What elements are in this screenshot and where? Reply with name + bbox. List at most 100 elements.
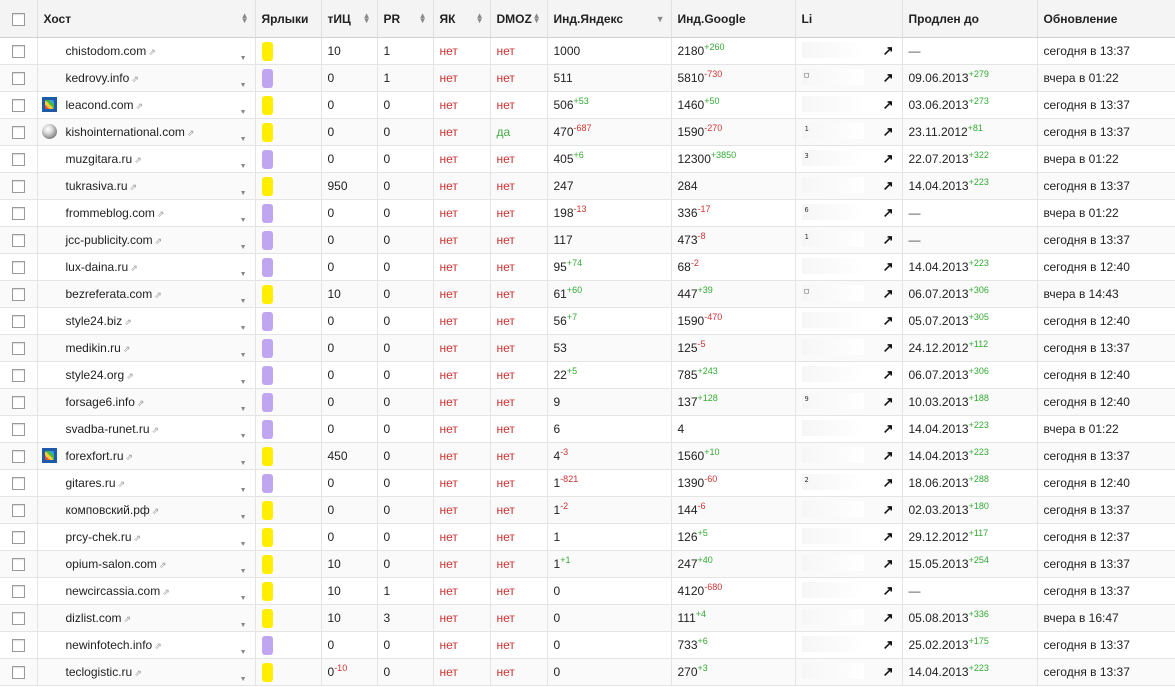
open-arrow-icon[interactable]: ↗: [883, 529, 894, 545]
host-link[interactable]: opium-salon.com: [62, 557, 157, 571]
open-arrow-icon[interactable]: ↗: [883, 502, 894, 518]
dropdown-arrow-icon[interactable]: ▼: [240, 163, 247, 170]
host-link[interactable]: комповский.рф: [62, 503, 150, 517]
row-checkbox[interactable]: [11, 639, 25, 653]
open-arrow-icon[interactable]: ↗: [883, 286, 894, 302]
label-tag[interactable]: [261, 311, 273, 331]
host-link[interactable]: leacond.com: [62, 98, 134, 112]
row-checkbox[interactable]: [11, 180, 25, 194]
dropdown-arrow-icon[interactable]: ▼: [240, 352, 247, 359]
row-checkbox[interactable]: [11, 342, 25, 356]
external-link-icon[interactable]: ⇗: [123, 344, 131, 354]
external-link-icon[interactable]: ⇗: [124, 614, 132, 624]
row-checkbox[interactable]: [11, 207, 25, 221]
label-tag[interactable]: [261, 338, 273, 358]
open-arrow-icon[interactable]: ↗: [883, 475, 894, 491]
label-tag[interactable]: [261, 527, 273, 547]
sort-icon[interactable]: ▲ ▼: [419, 12, 427, 25]
host-link[interactable]: teclogistic.ru: [62, 665, 133, 679]
row-checkbox[interactable]: [11, 234, 25, 248]
label-tag[interactable]: [261, 473, 273, 493]
host-link[interactable]: lux-daina.ru: [62, 260, 129, 274]
dropdown-arrow-icon[interactable]: ▼: [240, 406, 247, 413]
open-arrow-icon[interactable]: ↗: [883, 232, 894, 248]
column-header-pr[interactable]: PR ▲ ▼: [377, 0, 434, 38]
dropdown-arrow-icon[interactable]: ▼: [240, 82, 247, 89]
label-tag[interactable]: [261, 581, 273, 601]
open-arrow-icon[interactable]: ↗: [883, 610, 894, 626]
sort-icon[interactable]: ▲ ▼: [533, 12, 541, 25]
open-arrow-icon[interactable]: ↗: [883, 637, 894, 653]
external-link-icon[interactable]: ⇗: [134, 668, 142, 678]
open-arrow-icon[interactable]: ↗: [883, 259, 894, 275]
row-checkbox[interactable]: [11, 153, 25, 167]
label-tag[interactable]: [261, 365, 273, 385]
label-tag[interactable]: [261, 635, 273, 655]
row-checkbox[interactable]: [11, 531, 25, 545]
dropdown-arrow-icon[interactable]: ▼: [240, 325, 247, 332]
open-arrow-icon[interactable]: ↗: [883, 421, 894, 437]
dropdown-arrow-icon[interactable]: ▼: [240, 379, 247, 386]
sort-icon[interactable]: ▲ ▼: [241, 12, 249, 25]
dropdown-arrow-icon[interactable]: ▼: [240, 433, 247, 440]
row-checkbox[interactable]: [11, 45, 25, 59]
column-header-li[interactable]: Li: [795, 0, 903, 38]
dropdown-arrow-icon[interactable]: ▼: [240, 298, 247, 305]
row-checkbox[interactable]: [11, 450, 25, 464]
external-link-icon[interactable]: ⇗: [136, 101, 144, 111]
sort-icon[interactable]: ▲ ▼: [476, 12, 484, 25]
host-link[interactable]: chistodom.com: [62, 44, 147, 58]
open-arrow-icon[interactable]: ↗: [883, 394, 894, 410]
external-link-icon[interactable]: ⇗: [154, 641, 162, 651]
open-arrow-icon[interactable]: ↗: [883, 124, 894, 140]
dropdown-arrow-icon[interactable]: ▼: [240, 541, 247, 548]
external-link-icon[interactable]: ⇗: [157, 209, 165, 219]
open-arrow-icon[interactable]: ↗: [883, 43, 894, 59]
row-checkbox[interactable]: [11, 396, 25, 410]
open-arrow-icon[interactable]: ↗: [883, 205, 894, 221]
row-checkbox[interactable]: [11, 666, 25, 680]
row-checkbox[interactable]: [11, 315, 25, 329]
sort-desc-icon[interactable]: ▼: [656, 14, 665, 24]
external-link-icon[interactable]: ⇗: [134, 533, 142, 543]
external-link-icon[interactable]: ⇗: [155, 236, 163, 246]
row-checkbox[interactable]: [11, 126, 25, 140]
row-checkbox[interactable]: [11, 99, 25, 113]
dropdown-arrow-icon[interactable]: ▼: [240, 271, 247, 278]
label-tag[interactable]: [261, 608, 273, 628]
column-header-tic[interactable]: тИЦ ▲ ▼: [321, 0, 378, 38]
open-arrow-icon[interactable]: ↗: [883, 664, 894, 680]
column-header-ind-google[interactable]: Инд.Google: [671, 0, 796, 38]
host-link[interactable]: kedrovy.info: [62, 71, 130, 85]
host-link[interactable]: medikin.ru: [62, 341, 121, 355]
row-checkbox[interactable]: [11, 288, 25, 302]
dropdown-arrow-icon[interactable]: ▼: [240, 514, 247, 521]
external-link-icon[interactable]: ⇗: [148, 47, 156, 57]
label-tag[interactable]: [261, 176, 273, 196]
host-link[interactable]: forexfort.ru: [62, 449, 124, 463]
host-link[interactable]: kishointernational.com: [62, 125, 185, 139]
open-arrow-icon[interactable]: ↗: [883, 178, 894, 194]
open-arrow-icon[interactable]: ↗: [883, 367, 894, 383]
open-arrow-icon[interactable]: ↗: [883, 70, 894, 86]
host-link[interactable]: tukrasiva.ru: [62, 179, 128, 193]
external-link-icon[interactable]: ⇗: [124, 317, 132, 327]
dropdown-arrow-icon[interactable]: ▼: [240, 109, 247, 116]
host-link[interactable]: svadba-runet.ru: [62, 422, 150, 436]
dropdown-arrow-icon[interactable]: ▼: [240, 487, 247, 494]
external-link-icon[interactable]: ⇗: [137, 398, 145, 408]
label-tag[interactable]: [261, 41, 273, 61]
dropdown-arrow-icon[interactable]: ▼: [240, 568, 247, 575]
label-tag[interactable]: [261, 446, 273, 466]
external-link-icon[interactable]: ⇗: [162, 587, 170, 597]
host-link[interactable]: gitares.ru: [62, 476, 116, 490]
label-tag[interactable]: [261, 95, 273, 115]
label-tag[interactable]: [261, 392, 273, 412]
open-arrow-icon[interactable]: ↗: [883, 313, 894, 329]
dropdown-arrow-icon[interactable]: ▼: [240, 190, 247, 197]
external-link-icon[interactable]: ⇗: [130, 182, 138, 192]
open-arrow-icon[interactable]: ↗: [883, 556, 894, 572]
label-tag[interactable]: [261, 284, 273, 304]
row-checkbox[interactable]: [11, 369, 25, 383]
external-link-icon[interactable]: ⇗: [187, 128, 195, 138]
